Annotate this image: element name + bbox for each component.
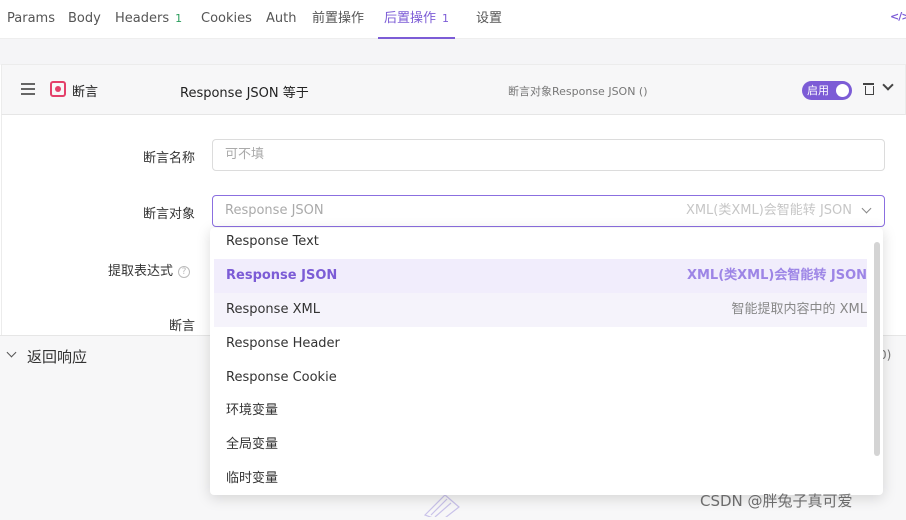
- tab-body[interactable]: Body: [68, 0, 101, 39]
- dropdown-option-response-header[interactable]: Response Header: [214, 327, 867, 361]
- assertion-name-label: 断言名称: [142, 151, 195, 166]
- code-icon[interactable]: </>: [890, 10, 906, 23]
- tab-params[interactable]: Params: [7, 0, 55, 39]
- assertion-target-select[interactable]: Response JSON XML(类XML)会智能转 JSON: [212, 195, 885, 227]
- tab-settings[interactable]: 设置: [476, 0, 502, 39]
- dropdown-option-response-cookie[interactable]: Response Cookie: [214, 361, 867, 395]
- chevron-down-icon[interactable]: [6, 347, 17, 358]
- target-hint: XML(类XML)会智能转 JSON: [685, 203, 852, 218]
- dropdown-option-global-variable[interactable]: 全局变量: [214, 428, 867, 462]
- assert-label: 断言: [168, 319, 195, 334]
- tab-pre-operations[interactable]: 前置操作: [312, 0, 364, 39]
- enable-toggle[interactable]: 启用: [802, 81, 852, 100]
- response-title: 返回响应: [27, 348, 88, 366]
- dropdown-option-response-text[interactable]: Response Text: [214, 228, 867, 259]
- section-spacer: [0, 39, 906, 65]
- drag-handle-icon[interactable]: [21, 83, 35, 95]
- tab-count-badge: 1: [175, 12, 183, 25]
- tab-cookies[interactable]: Cookies: [201, 0, 252, 39]
- help-icon[interactable]: ?: [178, 266, 190, 278]
- chevron-down-icon: [861, 203, 872, 214]
- assertion-title: 断言: [72, 85, 99, 100]
- chevron-down-icon[interactable]: [882, 79, 894, 91]
- assertion-target-label: 断言对象: [142, 207, 195, 222]
- dropdown-option-response-json[interactable]: Response JSON XML(类XML)会智能转 JSON: [214, 259, 867, 293]
- dropdown-scrollbar[interactable]: [874, 242, 880, 456]
- tab-bar: Params Body Headers 1 Cookies Auth 前置操作 后…: [0, 0, 906, 39]
- dropdown-option-env-variable[interactable]: 环境变量: [214, 394, 867, 428]
- assertion-target-summary: 断言对象Response JSON (): [508, 85, 648, 98]
- expression-label: 提取表达式?: [108, 260, 190, 279]
- dropdown-option-response-xml[interactable]: Response XML 智能提取内容中的 XML: [214, 293, 867, 327]
- watermark: CSDN @胖兔子真可爱: [700, 492, 853, 510]
- assertion-name-input[interactable]: 可不填: [212, 139, 885, 171]
- assertion-summary: Response JSON 等于: [180, 86, 309, 101]
- tab-post-operations[interactable]: 后置操作 1: [378, 0, 456, 39]
- tab-auth[interactable]: Auth: [266, 0, 296, 39]
- assertion-card-header[interactable]: 断言 Response JSON 等于 断言对象Response JSON ()…: [1, 64, 906, 115]
- assertion-icon: [50, 81, 66, 97]
- tab-headers[interactable]: Headers 1: [115, 0, 182, 39]
- target-dropdown-menu: Response Text Response JSON XML(类XML)会智能转…: [210, 228, 883, 495]
- trash-icon[interactable]: [863, 82, 874, 95]
- tab-count-badge: 1: [442, 12, 450, 25]
